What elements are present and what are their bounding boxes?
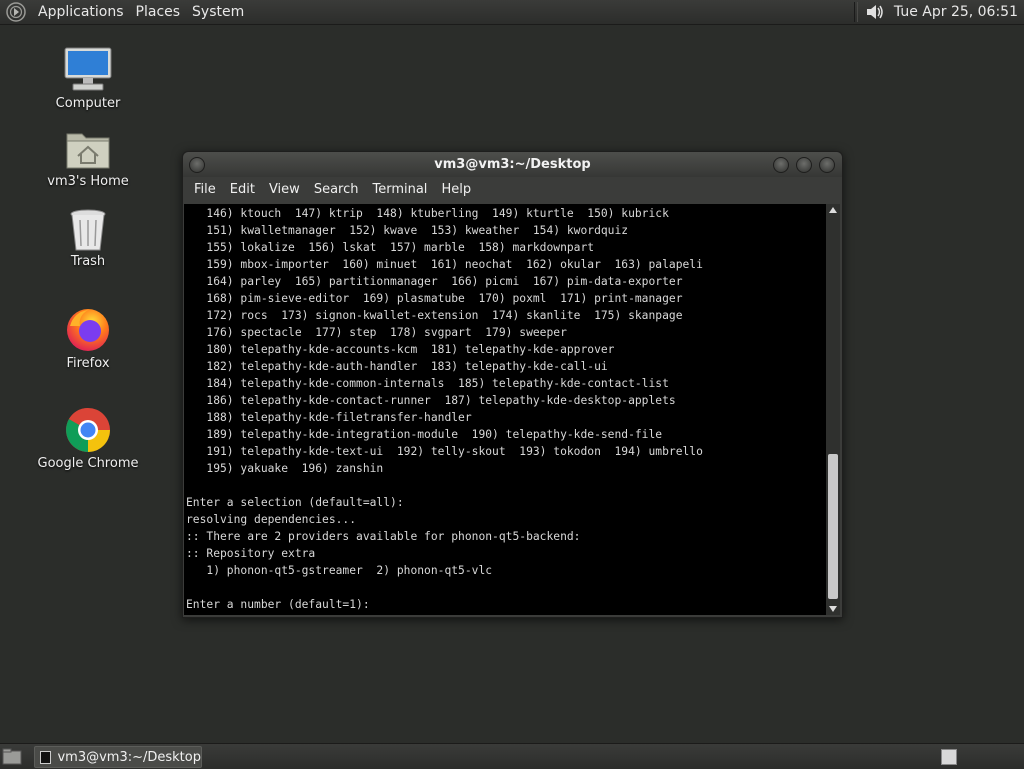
desktop-icon-firefox[interactable]: Firefox [33,306,143,371]
firefox-icon [67,309,109,351]
desktop-icon-trash[interactable]: Trash [33,208,143,269]
menu-system[interactable]: System [186,4,250,20]
menu-terminal[interactable]: Terminal [365,182,434,197]
window-title: vm3@vm3:~/Desktop [434,157,591,172]
computer-icon [64,47,112,91]
scroll-up-icon[interactable] [829,207,837,213]
close-icon[interactable] [819,157,835,173]
menu-edit[interactable]: Edit [223,182,262,197]
trash-icon [70,209,106,251]
maximize-icon[interactable] [796,157,812,173]
bottom-panel: vm3@vm3:~/Desktop [0,743,1024,769]
taskbar-terminal-button[interactable]: vm3@vm3:~/Desktop [34,746,202,768]
tray-separator [853,2,858,22]
menu-help[interactable]: Help [434,182,478,197]
scroll-down-icon[interactable] [829,606,837,612]
desktop-icon-computer[interactable]: Computer [33,46,143,111]
terminal-icon [40,750,52,764]
desktop-icon-chrome[interactable]: Google Chrome [33,406,143,471]
terminal-scrollbar[interactable] [826,204,840,615]
desktop-icon-home[interactable]: vm3's Home [33,128,143,189]
desktop-icon-label: Computer [55,96,121,111]
menu-file[interactable]: File [187,182,223,197]
desktop-icon-label: vm3's Home [47,174,129,189]
menu-places[interactable]: Places [130,4,187,20]
clock[interactable]: Tue Apr 25, 06:51 [894,4,1018,20]
terminal-output[interactable]: 146) ktouch 147) ktrip 148) ktuberling 1… [184,204,826,615]
terminal-menubar: File Edit View Search Terminal Help [183,177,842,202]
top-panel: Applications Places System Tue Apr 25, 0… [0,0,1024,25]
terminal-text: 146) ktouch 147) ktrip 148) ktuberling 1… [186,207,703,611]
menu-view[interactable]: View [262,182,307,197]
window-menu-icon[interactable] [189,157,205,173]
scroll-thumb[interactable] [828,454,838,599]
desktop-icon-label: Firefox [66,356,110,371]
menu-search[interactable]: Search [307,182,366,197]
distro-logo-icon[interactable] [6,2,26,22]
desktop-icon-label: Google Chrome [37,456,139,471]
desktop-icon-label: Trash [70,254,106,269]
taskbar-label: vm3@vm3:~/Desktop [57,749,201,765]
menu-applications[interactable]: Applications [32,4,130,20]
volume-icon[interactable] [864,2,886,22]
chrome-icon [66,408,110,452]
tray: Tue Apr 25, 06:51 [853,0,1024,24]
minimize-icon[interactable] [773,157,789,173]
workspace-switcher[interactable] [941,749,957,765]
terminal-window[interactable]: vm3@vm3:~/Desktop File Edit View Search … [182,151,843,618]
window-titlebar[interactable]: vm3@vm3:~/Desktop [183,152,842,177]
show-desktop-icon[interactable] [2,748,22,765]
home-folder-icon [66,133,110,169]
